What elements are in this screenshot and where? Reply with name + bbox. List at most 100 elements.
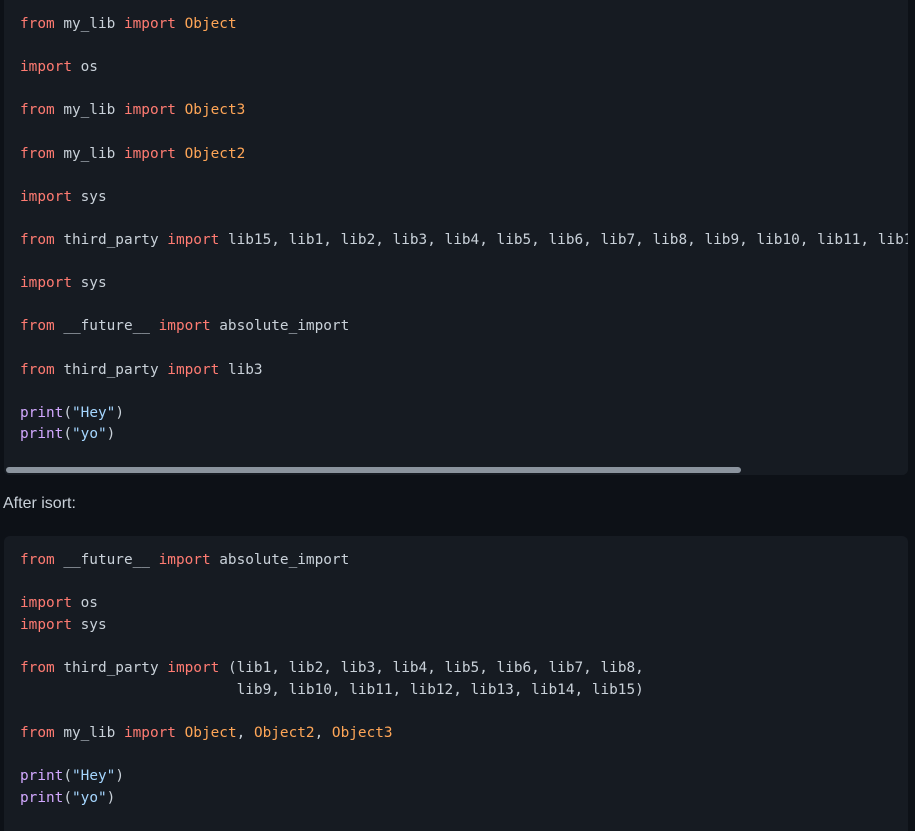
- code-token: import: [123, 16, 176, 32]
- code-token: Object2: [184, 145, 246, 162]
- code-token: (: [63, 426, 72, 443]
- after-isort-label: After isort:: [3, 495, 76, 512]
- code-token: Object: [184, 16, 237, 32]
- code-token: Object3: [331, 724, 393, 741]
- code-token: import: [20, 595, 72, 612]
- code-token: import: [158, 318, 211, 335]
- code-token: import: [20, 59, 72, 76]
- code-block-before: from my_lib import Object import os from…: [4, 0, 908, 475]
- code-token: import: [123, 102, 176, 119]
- code-token: print: [20, 426, 64, 443]
- code-line: from my_lib import Object3: [20, 100, 908, 122]
- code-token: from: [20, 102, 55, 119]
- code-token: "yo": [72, 789, 107, 806]
- code-token: ): [106, 426, 116, 443]
- code-token: os: [71, 595, 98, 612]
- code-line: print("Hey"): [20, 766, 644, 788]
- code-token: Object2: [253, 724, 315, 741]
- code-token: (: [63, 789, 72, 806]
- code-token: __future__: [54, 552, 159, 568]
- code-line: print("yo"): [20, 424, 908, 446]
- code-token: from: [20, 724, 55, 741]
- code-token: from: [20, 552, 55, 568]
- code-token: print: [20, 789, 64, 806]
- code-token: my_lib: [54, 16, 124, 32]
- code-token: ): [106, 789, 116, 806]
- code-line: print("Hey"): [20, 403, 908, 425]
- code-token: lib15, lib1, lib2, lib3, lib4, lib5, lib…: [227, 231, 908, 248]
- code-token: import: [20, 616, 72, 633]
- code-token: import: [167, 361, 220, 378]
- code-token: my_lib: [54, 145, 124, 162]
- code-token: sys: [71, 188, 107, 205]
- code-line: from my_lib import Object2: [20, 144, 908, 166]
- code-token: ,: [314, 724, 332, 741]
- code-line: from third_party import lib3: [20, 360, 908, 382]
- code-token: from: [20, 318, 55, 335]
- code-token: import: [20, 275, 72, 292]
- code-token: absolute_import: [210, 552, 350, 568]
- code-token: from: [20, 659, 55, 676]
- code-token: third_party: [54, 361, 168, 378]
- code-line: import sys: [20, 187, 908, 209]
- code-token: ,: [236, 724, 254, 741]
- code-token: import: [123, 724, 176, 741]
- horizontal-scrollbar[interactable]: [4, 463, 908, 475]
- code-token: Object3: [184, 102, 246, 119]
- code-line: from __future__ import absolute_import: [20, 550, 644, 572]
- code-token: import: [167, 659, 220, 676]
- code-token: from: [20, 16, 55, 32]
- code-token: print: [20, 767, 64, 784]
- code-token: import: [167, 231, 220, 248]
- code-token: third_party: [54, 659, 168, 676]
- code-token: ): [115, 404, 124, 421]
- code-token: "yo": [72, 426, 107, 443]
- code-before-isort: from my_lib import Object import os from…: [20, 14, 908, 446]
- code-line: from third_party import (lib1, lib2, lib…: [20, 658, 644, 680]
- code-line: import os: [20, 57, 908, 79]
- code-token: from: [20, 361, 55, 378]
- code-token: import: [123, 145, 176, 162]
- code-line: from third_party import lib15, lib1, lib…: [20, 230, 908, 252]
- code-line: import os: [20, 593, 644, 615]
- code-token: (lib1, lib2, lib3, lib4, lib5, lib6, lib…: [219, 659, 644, 676]
- code-after-isort: from __future__ import absolute_import i…: [20, 550, 644, 809]
- code-token: import: [20, 188, 72, 205]
- code-token: Object: [184, 724, 237, 741]
- code-token: lib3: [219, 361, 263, 378]
- scrollbar-thumb[interactable]: [6, 467, 741, 473]
- code-token: "Hey": [72, 404, 116, 421]
- code-token: from: [20, 145, 55, 162]
- code-token: my_lib: [54, 102, 124, 119]
- code-token: sys: [71, 616, 107, 633]
- code-token: my_lib: [54, 724, 124, 741]
- code-token: (: [63, 404, 72, 421]
- code-token: sys: [71, 275, 107, 292]
- code-token: import: [158, 552, 211, 568]
- code-token: print: [20, 404, 64, 421]
- code-token: lib9, lib10, lib11, lib12, lib13, lib14,…: [20, 681, 644, 698]
- code-token: absolute_import: [210, 318, 350, 335]
- code-line: lib9, lib10, lib11, lib12, lib13, lib14,…: [20, 680, 644, 702]
- code-block-after: from __future__ import absolute_import i…: [4, 536, 908, 831]
- code-token: (: [63, 767, 72, 784]
- code-line: from my_lib import Object, Object2, Obje…: [20, 723, 644, 745]
- code-line: from __future__ import absolute_import: [20, 316, 908, 338]
- code-token: __future__: [54, 318, 159, 335]
- code-line: import sys: [20, 273, 908, 295]
